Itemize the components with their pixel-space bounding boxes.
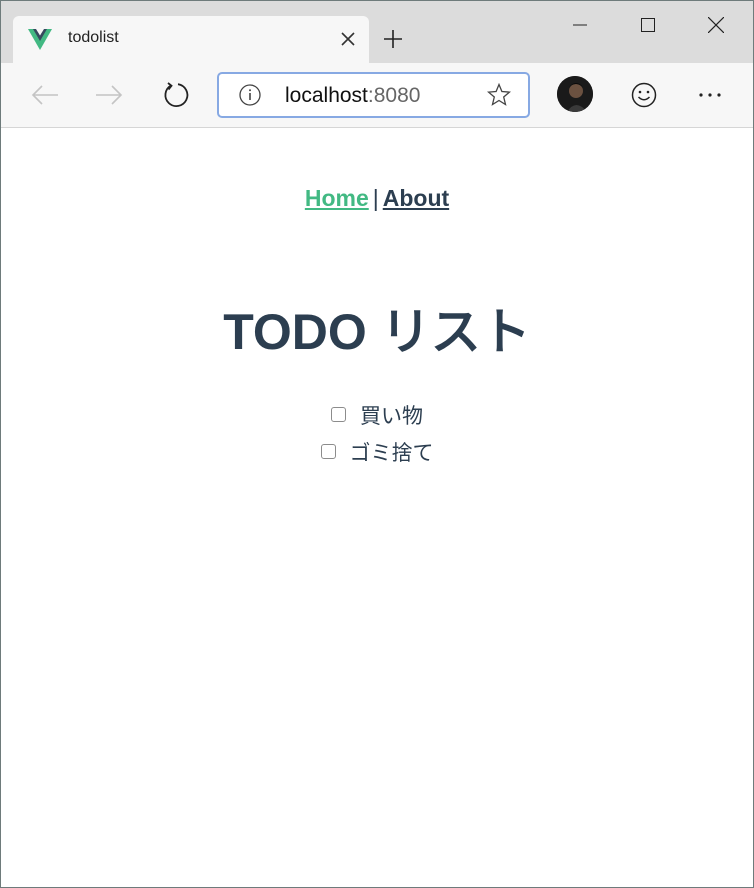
todo-checkbox[interactable] — [331, 407, 346, 422]
plus-icon — [384, 30, 402, 48]
menu-button[interactable] — [692, 77, 728, 113]
nav-link-home[interactable]: Home — [305, 185, 369, 211]
tab-strip: todolist — [1, 1, 753, 63]
forward-button[interactable] — [91, 77, 127, 113]
new-tab-button[interactable] — [379, 25, 407, 53]
star-icon[interactable] — [487, 83, 511, 107]
vue-logo-icon — [28, 29, 52, 50]
todo-list: 買い物 ゴミ捨て — [1, 396, 753, 470]
tab-close-button[interactable] — [335, 26, 361, 52]
more-icon — [699, 93, 721, 97]
top-nav: Home | About — [1, 185, 753, 212]
feedback-button[interactable] — [626, 77, 662, 113]
minimize-icon — [573, 24, 587, 26]
maximize-icon — [641, 18, 655, 32]
back-button[interactable] — [27, 77, 63, 113]
todo-checkbox[interactable] — [320, 444, 336, 459]
page-title: TODO リスト — [223, 304, 531, 360]
url-port: :8080 — [367, 84, 421, 107]
arrow-right-icon — [96, 85, 123, 105]
page-content: Home | About TODO リスト 買い物 ゴミ捨て — [1, 128, 753, 887]
minimize-button[interactable] — [557, 9, 603, 41]
close-icon — [708, 17, 724, 33]
todo-label: 買い物 — [360, 403, 423, 428]
tab-title: todolist — [68, 29, 119, 46]
window-close-button[interactable] — [693, 9, 739, 41]
todo-item: 買い物 — [1, 396, 753, 433]
todo-label: ゴミ捨て — [349, 440, 434, 465]
refresh-icon — [164, 82, 189, 107]
url-host: localhost — [285, 84, 368, 107]
nav-link-about[interactable]: About — [383, 185, 449, 211]
browser-window: todolist localhost:8080 Home | About TOD… — [0, 0, 754, 888]
todo-item: ゴミ捨て — [1, 433, 753, 470]
avatar — [557, 76, 593, 112]
tab-todolist[interactable]: todolist — [13, 16, 369, 63]
arrow-left-icon — [31, 85, 58, 105]
close-icon — [341, 32, 355, 46]
url-text[interactable]: localhost:8080 — [285, 84, 420, 108]
browser-toolbar: localhost:8080 — [1, 63, 753, 128]
address-bar[interactable]: localhost:8080 — [217, 72, 530, 118]
profile-avatar[interactable] — [557, 76, 593, 112]
smiley-icon — [631, 82, 657, 108]
info-icon — [239, 84, 261, 106]
nav-separator: | — [372, 185, 379, 211]
maximize-button[interactable] — [625, 9, 671, 41]
refresh-button[interactable] — [158, 77, 194, 113]
